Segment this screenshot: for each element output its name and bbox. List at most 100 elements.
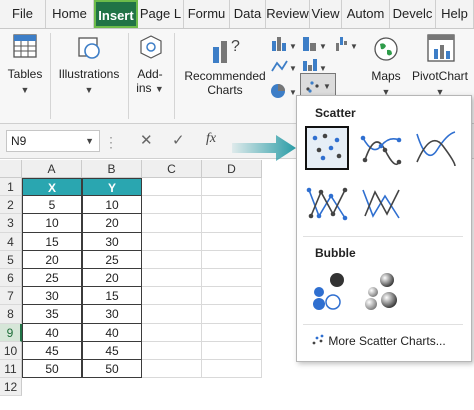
- tab-data[interactable]: Data: [230, 0, 266, 28]
- tab-page-layout[interactable]: Page L: [138, 0, 184, 28]
- table-cell[interactable]: 45: [82, 341, 142, 360]
- table-cell[interactable]: 50: [22, 360, 82, 379]
- select-all-corner[interactable]: [0, 160, 22, 178]
- scatter-straight-lines-icon: [362, 189, 400, 219]
- empty-cell[interactable]: [142, 287, 202, 306]
- tables-button[interactable]: Tables ▼: [2, 29, 48, 123]
- pivotchart-icon: [427, 34, 455, 62]
- empty-cell[interactable]: [142, 214, 202, 233]
- scatter-smooth-lines-markers-option[interactable]: [359, 126, 403, 170]
- empty-cell[interactable]: [202, 360, 262, 379]
- column-header-c[interactable]: C: [142, 160, 202, 178]
- 3d-bubble-option[interactable]: [359, 268, 403, 312]
- enter-check-icon[interactable]: ✓: [172, 131, 185, 149]
- group-divider: [128, 33, 129, 119]
- scatter-small-icon: [312, 334, 324, 345]
- tab-view[interactable]: View: [310, 0, 342, 28]
- column-header-a[interactable]: A: [22, 160, 82, 178]
- empty-cell[interactable]: [202, 269, 262, 288]
- illustrations-button[interactable]: Illustrations ▼: [54, 29, 124, 123]
- scatter-option[interactable]: [305, 126, 349, 170]
- table-cell[interactable]: 50: [82, 360, 142, 379]
- row-header-7[interactable]: 7: [0, 287, 22, 306]
- row-header-2[interactable]: 2: [0, 196, 22, 215]
- scatter-straight-lines-markers-option[interactable]: [305, 182, 349, 226]
- row-header-8[interactable]: 8: [0, 305, 22, 324]
- row-header-1[interactable]: 1: [0, 178, 22, 197]
- recommended-charts-button[interactable]: ? Recommended Charts: [180, 29, 270, 123]
- empty-cell[interactable]: [142, 250, 202, 269]
- tab-automate[interactable]: Autom: [342, 0, 390, 28]
- empty-cell[interactable]: [202, 305, 262, 324]
- recommended-charts-icon: ?: [213, 38, 240, 63]
- table-cell[interactable]: 30: [22, 287, 82, 306]
- table-header-cell[interactable]: X: [22, 178, 82, 197]
- divider: [303, 236, 463, 237]
- tab-insert[interactable]: Insert: [94, 0, 138, 28]
- table-cell[interactable]: 40: [82, 323, 142, 342]
- row-header-5[interactable]: 5: [0, 250, 22, 269]
- table-cell[interactable]: 20: [22, 250, 82, 269]
- table-cell[interactable]: 35: [22, 305, 82, 324]
- empty-cell[interactable]: [142, 305, 202, 324]
- row-header-11[interactable]: 11: [0, 360, 22, 379]
- insert-scatter-button[interactable]: ▼: [300, 73, 336, 97]
- table-cell[interactable]: 15: [22, 232, 82, 251]
- row-header-3[interactable]: 3: [0, 214, 22, 233]
- insert-function-button[interactable]: fx: [206, 131, 216, 147]
- svg-text:▼: ▼: [350, 42, 358, 51]
- column-header-d[interactable]: D: [202, 160, 262, 178]
- table-cell[interactable]: 10: [82, 196, 142, 215]
- table-cell[interactable]: 30: [82, 305, 142, 324]
- row-header-10[interactable]: 10: [0, 341, 22, 360]
- table-cell[interactable]: 20: [82, 269, 142, 288]
- table-header-cell[interactable]: Y: [82, 178, 142, 197]
- table-cell[interactable]: 15: [82, 287, 142, 306]
- empty-cell[interactable]: [202, 287, 262, 306]
- table-cell[interactable]: 25: [22, 269, 82, 288]
- cancel-icon[interactable]: ✕: [140, 131, 153, 149]
- table-cell[interactable]: 10: [22, 214, 82, 233]
- table-cell[interactable]: 30: [82, 232, 142, 251]
- empty-cell[interactable]: [142, 269, 202, 288]
- empty-cell[interactable]: [202, 323, 262, 342]
- empty-cell[interactable]: [202, 341, 262, 360]
- chevron-down-icon[interactable]: ▼: [85, 131, 94, 151]
- empty-cell[interactable]: [142, 178, 202, 197]
- empty-cell[interactable]: [142, 232, 202, 251]
- scatter-straight-lines-option[interactable]: [359, 182, 403, 226]
- tab-developer[interactable]: Develc: [390, 0, 436, 28]
- tab-review[interactable]: Review: [266, 0, 310, 28]
- empty-cell[interactable]: [142, 196, 202, 215]
- scatter-smooth-lines-option[interactable]: [413, 126, 457, 170]
- more-scatter-charts-link[interactable]: More Scatter Charts...: [311, 334, 446, 348]
- tab-file[interactable]: File: [0, 0, 46, 28]
- empty-cell[interactable]: [142, 360, 202, 379]
- bubble-option[interactable]: [305, 268, 349, 312]
- row-header-4[interactable]: 4: [0, 232, 22, 251]
- table-cell[interactable]: 5: [22, 196, 82, 215]
- tab-help[interactable]: Help: [436, 0, 474, 28]
- empty-cell[interactable]: [202, 250, 262, 269]
- tab-home[interactable]: Home: [46, 0, 94, 28]
- table-cell[interactable]: 45: [22, 341, 82, 360]
- empty-cell[interactable]: [142, 341, 202, 360]
- column-header-b[interactable]: B: [82, 160, 142, 178]
- tab-formulas[interactable]: Formu: [184, 0, 230, 28]
- row-header-6[interactable]: 6: [0, 269, 22, 288]
- table-cell[interactable]: 25: [82, 250, 142, 269]
- chevron-down-icon: ▼: [84, 85, 94, 95]
- name-box[interactable]: N9 ▼: [6, 130, 100, 152]
- empty-cell[interactable]: [202, 232, 262, 251]
- scatter-smooth-markers-icon: [360, 135, 402, 166]
- row-header-9[interactable]: 9: [0, 323, 22, 342]
- empty-cell[interactable]: [202, 196, 262, 215]
- table-cell[interactable]: 40: [22, 323, 82, 342]
- empty-cell[interactable]: [142, 323, 202, 342]
- row-header-12[interactable]: 12: [0, 378, 22, 397]
- empty-cell[interactable]: [202, 178, 262, 197]
- empty-cell[interactable]: [202, 214, 262, 233]
- add-ins-button[interactable]: Add- ins ▼: [130, 29, 170, 123]
- more-options-icon: ⋮: [104, 134, 118, 150]
- table-cell[interactable]: 20: [82, 214, 142, 233]
